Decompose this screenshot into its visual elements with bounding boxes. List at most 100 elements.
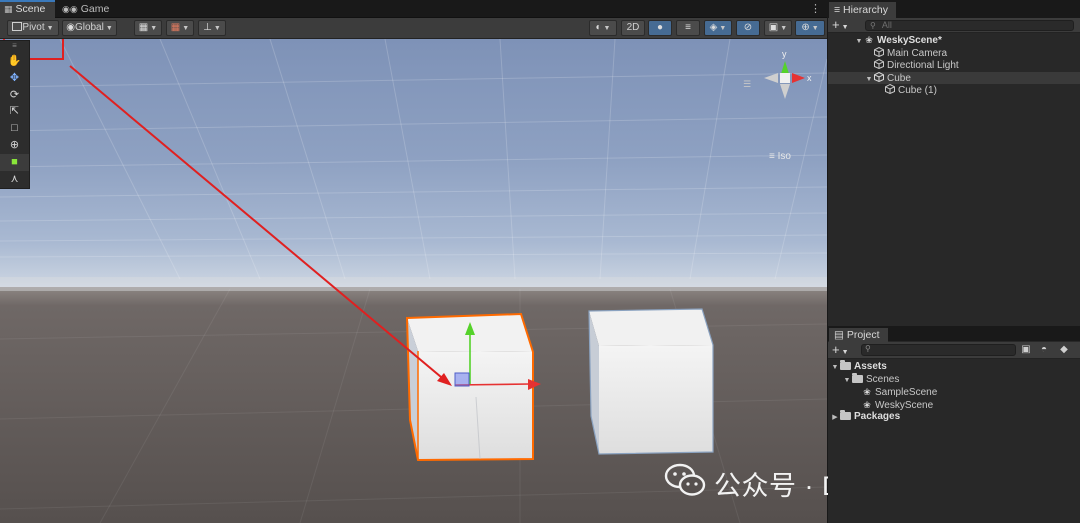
project-item-label: Assets: [854, 361, 887, 372]
toggle-2d-label: 2D: [626, 22, 640, 33]
scene-render: y x: [0, 39, 827, 523]
grid-snap-button[interactable]: ▦ ▼: [166, 20, 194, 36]
folder-icon: [840, 360, 851, 370]
grid-icon: ▦: [4, 4, 13, 14]
create-button[interactable]: + ▼: [832, 17, 849, 35]
gizmo-globe-icon: ⊕: [801, 22, 810, 33]
search-by-type-icon[interactable]: ▣: [1018, 343, 1034, 357]
rotate-icon: ⟳: [9, 88, 20, 101]
project-item-scenes[interactable]: ▼ Scenes: [828, 372, 1080, 387]
tab-project[interactable]: ▤ Project: [829, 328, 888, 342]
scene-visibility-button[interactable]: ⊘: [736, 20, 760, 36]
global-label: Global: [74, 22, 104, 33]
gamepad-icon: ◉◉: [62, 4, 78, 14]
move-tool-button[interactable]: ✥: [0, 70, 29, 87]
folder-open-icon: [852, 372, 863, 383]
global-dropdown[interactable]: ◉Global ▼: [62, 20, 117, 36]
effects-toggle-button[interactable]: ◈ ▼: [704, 20, 732, 36]
wechat-icon: [664, 463, 706, 496]
chevron-down-icon: ▼: [841, 24, 849, 31]
pivot-dropdown[interactable]: Pivot ▼: [7, 20, 59, 36]
probuilder-tool-button[interactable]: ⋏: [0, 171, 29, 188]
hierarchy-item-cube[interactable]: ▼ Cube: [828, 71, 1080, 84]
tab-game[interactable]: ◉◉ Game: [58, 0, 115, 18]
hierarchy-item-weskyscene[interactable]: ▼ ❀ WeskyScene*: [828, 34, 1080, 47]
project-item-weskyscene[interactable]: ❀ WeskyScene: [828, 399, 1080, 412]
audio-toggle-button[interactable]: ≡: [676, 20, 700, 36]
toggle-2d-button[interactable]: 2D: [621, 20, 645, 36]
eye-slash-icon: ⊘: [743, 22, 753, 33]
gameobject-cube-icon: [885, 84, 895, 94]
chevron-down-icon: ▼: [105, 25, 113, 32]
rotate-tool-button[interactable]: ⟳: [0, 87, 29, 104]
tag-icon[interactable]: ◆: [1056, 343, 1072, 357]
overlay-menu-icon[interactable]: ☰: [743, 79, 751, 90]
snap-grid-icon: ▦: [170, 22, 181, 33]
move-arrows-icon: ✥: [9, 71, 20, 84]
search-icon: ⚲: [865, 344, 871, 353]
scale-tool-button[interactable]: ⇱: [0, 103, 29, 120]
search-placeholder: All: [881, 20, 892, 30]
expand-arrow-icon[interactable]: ▶: [830, 412, 840, 425]
gizmo-xy-plane-handle[interactable]: [454, 372, 470, 387]
tab-scene[interactable]: ▦ Scene: [0, 0, 55, 18]
project-item-label: Scenes: [866, 373, 900, 385]
rect-tool-button[interactable]: □: [0, 120, 29, 137]
scale-icon: ⇱: [9, 105, 20, 118]
scene-viewport[interactable]: y x ☰ ≡ Iso: [0, 39, 827, 523]
project-tree: ▼ Assets ▼ Scenes ❀ SampleScene ❀ WeskyScene…: [828, 360, 1080, 425]
gizmo-y-label: y: [782, 49, 787, 59]
hierarchy-search-input[interactable]: ⚲ All: [865, 20, 1074, 31]
scene-tabbar: ▦ Scene ◉◉ Game ⋮: [0, 0, 827, 18]
cube2-front-face: [599, 345, 713, 454]
draw-mode-button[interactable]: ◐ ▼: [589, 20, 617, 36]
gameobject-cube-icon: [874, 46, 884, 57]
project-panel: ▤ Project + ▼ ⚲ ▣ ◓ ◆ ▼ Assets ▼ Scenes ❀ Sa…: [828, 327, 1080, 523]
grid-visibility-button[interactable]: ▦ ▼: [134, 20, 162, 36]
ruler-icon: ⊥: [203, 22, 212, 33]
gizmos-button[interactable]: ⊕ ▼: [795, 20, 825, 36]
grid-toggle-icon: ▦: [138, 22, 149, 33]
search-by-label-icon[interactable]: ◓: [1036, 343, 1052, 357]
custom-tool-button[interactable]: ■: [0, 153, 29, 171]
view-center-cube[interactable]: [780, 73, 790, 83]
folder-tab-icon: ▤: [834, 329, 847, 341]
chevron-down-icon: ▼: [150, 25, 158, 32]
hierarchy-item-directional-light[interactable]: Directional Light: [828, 59, 1080, 72]
vertex-icon: ⋏: [10, 172, 19, 185]
tab-scene-label: Scene: [15, 3, 46, 15]
layers-icon: ◈: [709, 22, 718, 33]
hierarchy-item-cube-1[interactable]: Cube (1): [828, 84, 1080, 97]
pivot-icon: [12, 22, 23, 31]
hierarchy-panel: ≡ Hierarchy + ▼ ⚲ All ▼ ❀ WeskyScene* Main C…: [828, 0, 1080, 326]
chevron-down-icon: ▼: [46, 25, 54, 32]
chevron-down-icon: ▼: [841, 349, 849, 356]
project-item-assets[interactable]: ▼ Assets: [828, 360, 1080, 374]
cube-tool-icon: ■: [11, 155, 18, 168]
hierarchy-item-label: Main Camera: [887, 47, 948, 59]
project-item-label: WeskyScene: [875, 399, 934, 411]
transform-icon: ⊕: [9, 138, 20, 151]
project-create-button[interactable]: + ▼: [832, 342, 849, 360]
hierarchy-item-main-camera[interactable]: Main Camera: [828, 46, 1080, 60]
palette-grip-icon[interactable]: ≡: [0, 41, 29, 53]
transform-tool-button[interactable]: ⊕: [0, 137, 29, 154]
project-item-samplescene[interactable]: ❀ SampleScene: [828, 386, 1080, 399]
increment-snap-button[interactable]: ⊥ ▼: [198, 20, 226, 36]
cube-second[interactable]: [588, 308, 714, 455]
project-item-packages[interactable]: ▶ Packages: [828, 410, 1080, 425]
pivot-label: Pivot: [22, 22, 45, 33]
projection-toggle[interactable]: ≡ Iso: [769, 151, 791, 162]
tab-hierarchy[interactable]: ≡ Hierarchy: [829, 2, 896, 18]
hand-tool-button[interactable]: ✋: [0, 53, 29, 70]
scene-camera-button[interactable]: ▣ ▼: [764, 20, 792, 36]
project-search-input[interactable]: ⚲: [861, 344, 1016, 356]
hierarchy-item-label: WeskyScene*: [877, 35, 942, 46]
more-options-icon[interactable]: ⋮: [810, 2, 821, 15]
tab-game-label: Game: [80, 3, 110, 15]
tab-hierarchy-label: Hierarchy: [843, 4, 888, 16]
rect-icon: □: [11, 122, 18, 135]
folder-icon: [840, 410, 851, 420]
lighting-toggle-button[interactable]: ●: [648, 20, 672, 36]
gizmo-x-label: x: [807, 73, 812, 83]
